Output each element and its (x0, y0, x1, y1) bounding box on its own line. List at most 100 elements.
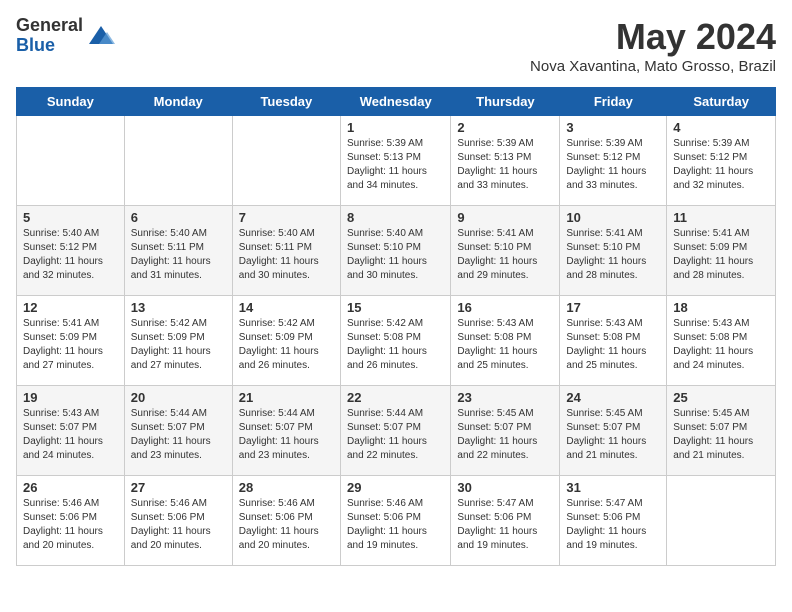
calendar-cell: 1 Sunrise: 5:39 AMSunset: 5:13 PMDaylight… (340, 116, 450, 206)
day-info: Sunrise: 5:43 AMSunset: 5:08 PMDaylight:… (457, 317, 553, 373)
calendar-cell: 9 Sunrise: 5:41 AMSunset: 5:10 PMDaylight… (451, 206, 560, 296)
day-info: Sunrise: 5:47 AMSunset: 5:06 PMDaylight:… (566, 497, 660, 553)
day-number: 5 (23, 210, 118, 225)
day-info: Sunrise: 5:42 AMSunset: 5:08 PMDaylight:… (347, 317, 444, 373)
day-number: 4 (673, 120, 769, 135)
location: Nova Xavantina, Mato Grosso, Brazil (530, 58, 776, 75)
calendar-cell: 31 Sunrise: 5:47 AMSunset: 5:06 PMDayligh… (560, 476, 667, 566)
day-number: 3 (566, 120, 660, 135)
header-wednesday: Wednesday (340, 88, 450, 116)
calendar-cell: 23 Sunrise: 5:45 AMSunset: 5:07 PMDayligh… (451, 386, 560, 476)
calendar-cell: 13 Sunrise: 5:42 AMSunset: 5:09 PMDayligh… (124, 296, 232, 386)
day-info: Sunrise: 5:40 AMSunset: 5:11 PMDaylight:… (239, 227, 334, 283)
calendar-cell: 21 Sunrise: 5:44 AMSunset: 5:07 PMDayligh… (232, 386, 340, 476)
day-info: Sunrise: 5:42 AMSunset: 5:09 PMDaylight:… (131, 317, 226, 373)
month-title: May 2024 (530, 16, 776, 58)
header-friday: Friday (560, 88, 667, 116)
calendar-cell: 22 Sunrise: 5:44 AMSunset: 5:07 PMDayligh… (340, 386, 450, 476)
day-number: 16 (457, 300, 553, 315)
calendar-cell: 20Sunrise: 5:44 AMSunset: 5:07 PMDayligh… (124, 386, 232, 476)
page-header: General Blue May 2024 Nova Xavantina, Ma… (16, 16, 776, 75)
title-section: May 2024 Nova Xavantina, Mato Grosso, Br… (530, 16, 776, 75)
day-number: 15 (347, 300, 444, 315)
day-info: Sunrise: 5:46 AMSunset: 5:06 PMDaylight:… (131, 497, 226, 553)
day-info: Sunrise: 5:39 AMSunset: 5:12 PMDaylight:… (566, 137, 660, 193)
calendar-cell: 10 Sunrise: 5:41 AMSunset: 5:10 PMDayligh… (560, 206, 667, 296)
day-number: 1 (347, 120, 444, 135)
calendar-cell: 7 Sunrise: 5:40 AMSunset: 5:11 PMDaylight… (232, 206, 340, 296)
calendar-cell: 30Sunrise: 5:47 AMSunset: 5:06 PMDayligh… (451, 476, 560, 566)
day-info: Sunrise: 5:43 AMSunset: 5:07 PMDaylight:… (23, 407, 118, 463)
calendar-cell: 11 Sunrise: 5:41 AMSunset: 5:09 PMDayligh… (667, 206, 776, 296)
day-number: 29 (347, 480, 444, 495)
day-info: Sunrise: 5:41 AMSunset: 5:09 PMDaylight:… (23, 317, 118, 373)
day-number: 24 (566, 390, 660, 405)
day-number: 9 (457, 210, 553, 225)
calendar-week-row: 26 Sunrise: 5:46 AMSunset: 5:06 PMDayligh… (17, 476, 776, 566)
day-info: Sunrise: 5:46 AMSunset: 5:06 PMDaylight:… (347, 497, 444, 553)
day-info: Sunrise: 5:41 AMSunset: 5:10 PMDaylight:… (566, 227, 660, 283)
day-number: 2 (457, 120, 553, 135)
day-number: 18 (673, 300, 769, 315)
day-number: 11 (673, 210, 769, 225)
day-info: Sunrise: 5:40 AMSunset: 5:10 PMDaylight:… (347, 227, 444, 283)
calendar-week-row: 5 Sunrise: 5:40 AMSunset: 5:12 PMDaylight… (17, 206, 776, 296)
calendar-cell: 8 Sunrise: 5:40 AMSunset: 5:10 PMDaylight… (340, 206, 450, 296)
day-info: Sunrise: 5:45 AMSunset: 5:07 PMDaylight:… (457, 407, 553, 463)
day-number: 22 (347, 390, 444, 405)
calendar-cell: 16 Sunrise: 5:43 AMSunset: 5:08 PMDayligh… (451, 296, 560, 386)
day-info: Sunrise: 5:46 AMSunset: 5:06 PMDaylight:… (23, 497, 118, 553)
calendar-cell: 15 Sunrise: 5:42 AMSunset: 5:08 PMDayligh… (340, 296, 450, 386)
calendar-cell: 4 Sunrise: 5:39 AMSunset: 5:12 PMDaylight… (667, 116, 776, 206)
day-info: Sunrise: 5:39 AMSunset: 5:12 PMDaylight:… (673, 137, 769, 193)
calendar-cell: 6Sunrise: 5:40 AMSunset: 5:11 PMDaylight… (124, 206, 232, 296)
calendar-cell: 12 Sunrise: 5:41 AMSunset: 5:09 PMDayligh… (17, 296, 125, 386)
day-info: Sunrise: 5:43 AMSunset: 5:08 PMDaylight:… (566, 317, 660, 373)
calendar-cell (17, 116, 125, 206)
day-number: 30 (457, 480, 553, 495)
calendar-week-row: 12 Sunrise: 5:41 AMSunset: 5:09 PMDayligh… (17, 296, 776, 386)
day-number: 8 (347, 210, 444, 225)
day-number: 23 (457, 390, 553, 405)
calendar-cell: 27Sunrise: 5:46 AMSunset: 5:06 PMDayligh… (124, 476, 232, 566)
day-info: Sunrise: 5:44 AMSunset: 5:07 PMDaylight:… (347, 407, 444, 463)
calendar-cell: 18 Sunrise: 5:43 AMSunset: 5:08 PMDayligh… (667, 296, 776, 386)
day-info: Sunrise: 5:41 AMSunset: 5:09 PMDaylight:… (673, 227, 769, 283)
calendar-cell (124, 116, 232, 206)
day-info: Sunrise: 5:46 AMSunset: 5:06 PMDaylight:… (239, 497, 334, 553)
day-number: 14 (239, 300, 334, 315)
calendar-cell: 24Sunrise: 5:45 AMSunset: 5:07 PMDayligh… (560, 386, 667, 476)
calendar-cell: 25 Sunrise: 5:45 AMSunset: 5:07 PMDayligh… (667, 386, 776, 476)
logo: General Blue (16, 16, 115, 56)
day-number: 31 (566, 480, 660, 495)
day-info: Sunrise: 5:40 AMSunset: 5:12 PMDaylight:… (23, 227, 118, 283)
day-number: 17 (566, 300, 660, 315)
calendar-cell: 2Sunrise: 5:39 AMSunset: 5:13 PMDaylight… (451, 116, 560, 206)
day-number: 21 (239, 390, 334, 405)
header-monday: Monday (124, 88, 232, 116)
day-info: Sunrise: 5:43 AMSunset: 5:08 PMDaylight:… (673, 317, 769, 373)
calendar-cell: 28 Sunrise: 5:46 AMSunset: 5:06 PMDayligh… (232, 476, 340, 566)
day-number: 25 (673, 390, 769, 405)
logo-text: General Blue (16, 16, 83, 56)
day-number: 12 (23, 300, 118, 315)
logo-icon (87, 22, 115, 50)
day-info: Sunrise: 5:45 AMSunset: 5:07 PMDaylight:… (673, 407, 769, 463)
day-info: Sunrise: 5:40 AMSunset: 5:11 PMDaylight:… (131, 227, 226, 283)
day-info: Sunrise: 5:44 AMSunset: 5:07 PMDaylight:… (239, 407, 334, 463)
header-saturday: Saturday (667, 88, 776, 116)
day-info: Sunrise: 5:44 AMSunset: 5:07 PMDaylight:… (131, 407, 226, 463)
calendar-week-row: 19 Sunrise: 5:43 AMSunset: 5:07 PMDayligh… (17, 386, 776, 476)
day-number: 10 (566, 210, 660, 225)
day-number: 26 (23, 480, 118, 495)
day-info: Sunrise: 5:41 AMSunset: 5:10 PMDaylight:… (457, 227, 553, 283)
calendar-cell: 26 Sunrise: 5:46 AMSunset: 5:06 PMDayligh… (17, 476, 125, 566)
day-number: 13 (131, 300, 226, 315)
calendar-cell: 3 Sunrise: 5:39 AMSunset: 5:12 PMDaylight… (560, 116, 667, 206)
day-number: 7 (239, 210, 334, 225)
day-number: 28 (239, 480, 334, 495)
calendar-cell: 29 Sunrise: 5:46 AMSunset: 5:06 PMDayligh… (340, 476, 450, 566)
calendar-cell: 5 Sunrise: 5:40 AMSunset: 5:12 PMDaylight… (17, 206, 125, 296)
day-number: 19 (23, 390, 118, 405)
day-info: Sunrise: 5:39 AMSunset: 5:13 PMDaylight:… (347, 137, 444, 193)
